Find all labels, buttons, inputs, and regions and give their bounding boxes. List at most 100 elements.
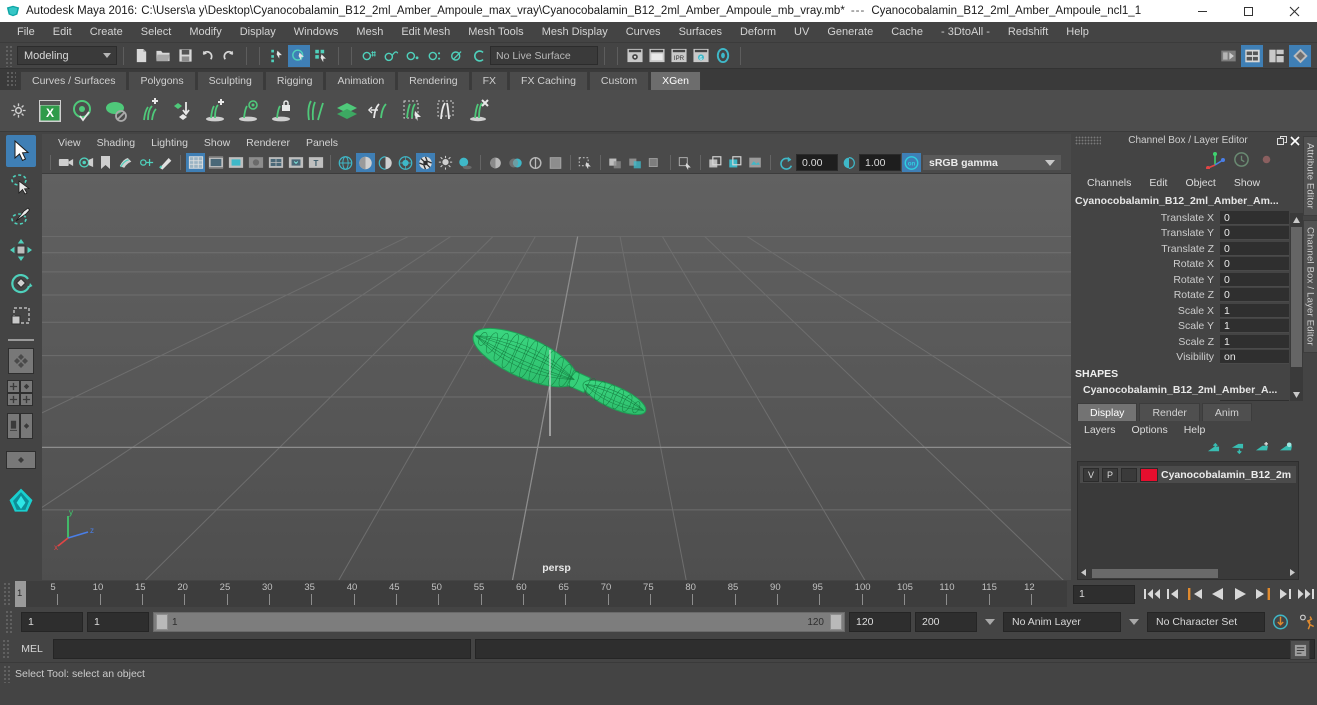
channel-row-translate-x[interactable]: Translate X 0: [1073, 210, 1303, 226]
make-live-icon[interactable]: [468, 45, 490, 67]
select-by-hierarchy-icon[interactable]: [266, 45, 288, 67]
channel-row-rotate-y[interactable]: Rotate Y 0: [1073, 272, 1303, 288]
viewport-menu-panels[interactable]: Panels: [298, 134, 346, 152]
auto-keyframe-icon[interactable]: [1269, 611, 1291, 633]
safe-title-icon[interactable]: T: [306, 153, 325, 172]
layer-playback-toggle[interactable]: P: [1102, 467, 1118, 482]
viewport-menu-view[interactable]: View: [50, 134, 89, 152]
animation-start-time-field[interactable]: 1: [21, 612, 83, 632]
channel-row-scale-y[interactable]: Scale Y 1: [1073, 319, 1303, 335]
gate-mask-icon[interactable]: [246, 153, 265, 172]
smooth-shade-all-icon[interactable]: [356, 153, 375, 172]
channel-value[interactable]: 1: [1220, 303, 1289, 318]
live-surface-field[interactable]: No Live Surface: [490, 46, 598, 65]
textured-icon[interactable]: [416, 153, 435, 172]
playback-end-time-field[interactable]: 120: [849, 612, 911, 632]
grid-icon[interactable]: [186, 153, 205, 172]
menu-help[interactable]: Help: [1057, 22, 1098, 42]
play-backwards-icon[interactable]: [1207, 583, 1229, 605]
snap-to-point-icon[interactable]: [402, 45, 424, 67]
channel-value[interactable]: on: [1220, 350, 1289, 365]
channel-value[interactable]: 0: [1220, 272, 1289, 287]
xgen-comb-icon[interactable]: [299, 95, 329, 127]
channel-value[interactable]: 0: [1220, 288, 1289, 303]
shadows-icon[interactable]: [456, 153, 475, 172]
status-line-gripper[interactable]: [5, 44, 14, 67]
layer-hscroll-thumb[interactable]: [1092, 569, 1218, 578]
multisample-aa-icon[interactable]: [526, 153, 545, 172]
menu-display[interactable]: Display: [231, 22, 285, 42]
xray-active-components-icon[interactable]: [646, 153, 665, 172]
menu-edit-mesh[interactable]: Edit Mesh: [392, 22, 459, 42]
snap-to-curve-icon[interactable]: [380, 45, 402, 67]
layer-row[interactable]: V P Cyanocobalamin_B12_2m: [1080, 466, 1296, 483]
channel-row-scale-x[interactable]: Scale X 1: [1073, 303, 1303, 319]
move-layer-up-icon[interactable]: [1206, 442, 1221, 458]
close-button[interactable]: [1271, 0, 1317, 22]
xgen-preview-description-icon[interactable]: [233, 95, 263, 127]
play-forwards-icon[interactable]: [1229, 583, 1251, 605]
channel-row-rotate-x[interactable]: Rotate X 0: [1073, 257, 1303, 273]
shelf-tab-custom[interactable]: Custom: [588, 71, 650, 90]
ipr-render-icon[interactable]: [646, 45, 668, 67]
menu-edit[interactable]: Edit: [44, 22, 81, 42]
step-forward-frame-icon[interactable]: [1273, 583, 1295, 605]
xgen-preview-icon[interactable]: [68, 95, 98, 127]
shelf-tab-fx[interactable]: FX: [470, 71, 509, 90]
render-current-frame-icon[interactable]: [624, 45, 646, 67]
anim-layer-dropdown[interactable]: No Anim Layer: [1003, 612, 1121, 632]
manipulator-axis-icon[interactable]: [1205, 151, 1225, 172]
channel-dot-icon[interactable]: [1258, 151, 1275, 171]
command-language-label[interactable]: MEL: [15, 643, 49, 655]
menu-select[interactable]: Select: [132, 22, 181, 42]
layer-shading-toggle[interactable]: [1121, 467, 1137, 482]
bookmark-icon[interactable]: [96, 153, 115, 172]
channel-box-menu-edit[interactable]: Edit: [1141, 174, 1175, 192]
gamma-field[interactable]: 1.00: [859, 154, 901, 171]
image-plane-icon[interactable]: [116, 153, 135, 172]
chevron-down-icon[interactable]: [1129, 619, 1139, 625]
channel-box-menu-channels[interactable]: Channels: [1079, 174, 1139, 192]
channel-clock-icon[interactable]: [1233, 151, 1250, 171]
move-tool-icon[interactable]: [6, 234, 36, 266]
menu-deform[interactable]: Deform: [731, 22, 785, 42]
tab-channel-box-layer-editor[interactable]: Channel Box / Layer Editor: [1302, 220, 1317, 353]
xgen-lock-description-icon[interactable]: [266, 95, 296, 127]
layer-menu-help[interactable]: Help: [1177, 422, 1213, 438]
show-hide-channel-box-icon[interactable]: [1289, 44, 1311, 67]
xgen-clump-icon[interactable]: [431, 95, 461, 127]
film-gate-icon[interactable]: [206, 153, 225, 172]
redo-icon[interactable]: [218, 45, 240, 67]
2d-pan-zoom-icon[interactable]: [136, 153, 155, 172]
chevron-down-icon[interactable]: [985, 619, 995, 625]
show-hide-attribute-editor-icon[interactable]: [1241, 44, 1263, 67]
xray-icon[interactable]: [606, 153, 625, 172]
layer-menu-options[interactable]: Options: [1125, 422, 1175, 438]
scroll-right-icon[interactable]: [1288, 568, 1297, 580]
scroll-left-icon[interactable]: [1079, 568, 1088, 580]
layer-list-hscrollbar[interactable]: [1078, 568, 1298, 579]
channel-box-menu-show[interactable]: Show: [1226, 174, 1268, 192]
show-hide-modeling-toolkit-icon[interactable]: [1217, 45, 1239, 67]
shelf-tab-xgen[interactable]: XGen: [650, 71, 701, 90]
menu-create[interactable]: Create: [81, 22, 132, 42]
command-output-field[interactable]: [475, 639, 1315, 660]
viewport-menu-show[interactable]: Show: [196, 134, 238, 152]
time-slider-track[interactable]: 1 5 10 15 20 25 30 35 40 45 50 55 60 65 70 75 80 85 90 95 1…: [15, 581, 1067, 607]
xgen-editor-icon[interactable]: X: [35, 95, 65, 127]
current-frame-field[interactable]: 1: [1073, 584, 1135, 604]
range-slider-bar[interactable]: 1 120: [153, 612, 845, 632]
viewport-menu-shading[interactable]: Shading: [89, 134, 144, 152]
maximize-button[interactable]: [1225, 0, 1271, 22]
selected-mesh-ampoule[interactable]: [450, 322, 670, 442]
channel-row-visibility[interactable]: Visibility on: [1073, 350, 1303, 366]
persp-graph-layout-icon[interactable]: [6, 444, 36, 476]
viewport-menu-lighting[interactable]: Lighting: [143, 134, 196, 152]
menu-redshift[interactable]: Redshift: [999, 22, 1057, 42]
command-line-gripper[interactable]: [2, 639, 11, 659]
go-to-start-icon[interactable]: [1141, 583, 1163, 605]
duplicate-view-icon[interactable]: [706, 153, 725, 172]
shelf-gripper[interactable]: [6, 71, 16, 87]
render-settings-icon[interactable]: 6: [690, 45, 712, 67]
tab-attribute-editor[interactable]: Attribute Editor: [1302, 136, 1317, 217]
